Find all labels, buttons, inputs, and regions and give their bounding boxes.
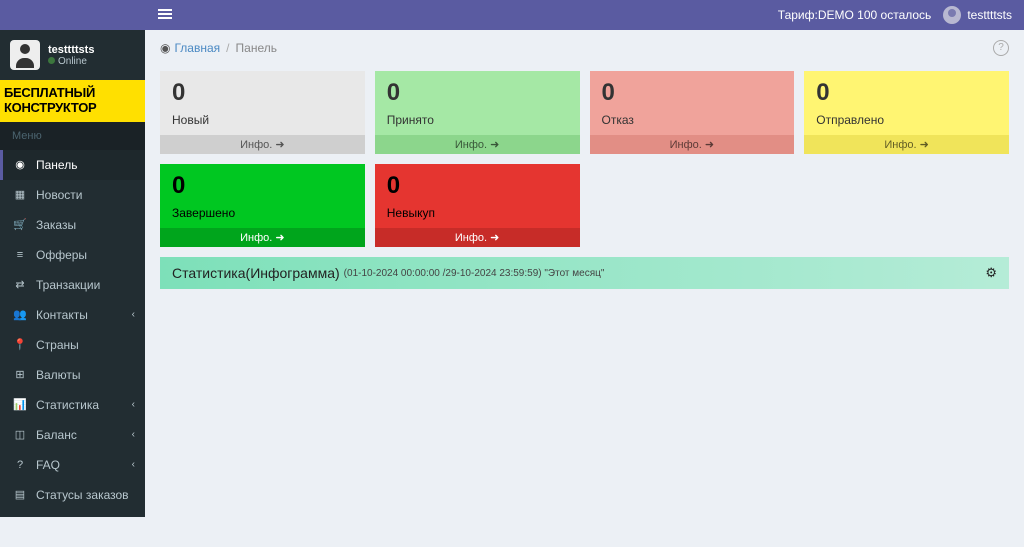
menu-label: Панель bbox=[36, 158, 77, 172]
sidebar-item-8[interactable]: 📊 Статистика ‹ bbox=[0, 390, 145, 420]
sidebar-item-7[interactable]: ⊞ Валюты bbox=[0, 360, 145, 390]
sidebar: testtttsts Online БЕСПЛАТНЫЙ КОНСТРУКТОР… bbox=[0, 30, 145, 517]
stat-value: 0 bbox=[387, 79, 568, 107]
chevron-left-icon: ‹ bbox=[132, 399, 135, 410]
stat-label: Невыкуп bbox=[387, 206, 568, 220]
breadcrumb-separator: / bbox=[226, 41, 229, 55]
menu-label: Статусы заказов bbox=[36, 488, 129, 502]
stat-info-link[interactable]: Инфо. ➜ bbox=[160, 135, 365, 154]
stat-value: 0 bbox=[172, 172, 353, 200]
promo-banner[interactable]: БЕСПЛАТНЫЙ КОНСТРУКТОР bbox=[0, 80, 145, 122]
menu-icon: ⊞ bbox=[12, 368, 28, 381]
stat-info-link[interactable]: Инфо. ➜ bbox=[375, 135, 580, 154]
stat-label: Отправлено bbox=[816, 113, 997, 127]
chevron-left-icon: ‹ bbox=[132, 309, 135, 320]
stat-label: Завершено bbox=[172, 206, 353, 220]
help-icon[interactable]: ? bbox=[993, 40, 1009, 56]
sidebar-item-3[interactable]: ≡ Офферы bbox=[0, 240, 145, 270]
menu-label: Транзакции bbox=[36, 278, 100, 292]
sidebar-item-12[interactable]: 🚚Способы доставки bbox=[0, 510, 145, 517]
menu-icon: ▤ bbox=[12, 488, 28, 501]
menu-icon: 👥 bbox=[12, 308, 28, 321]
menu-label: Контакты bbox=[36, 308, 88, 322]
stat-box-4: 0 Завершено Инфо. ➜ bbox=[160, 164, 365, 247]
stat-box-1: 0 Принято Инфо. ➜ bbox=[375, 71, 580, 154]
navbar-logo-area bbox=[0, 0, 145, 30]
menu-icon: ≡ bbox=[12, 249, 28, 261]
stat-value: 0 bbox=[387, 172, 568, 200]
user-menu-button[interactable]: testtttsts bbox=[943, 6, 1012, 24]
stat-label: Новый bbox=[172, 113, 353, 127]
menu-label: Статистика bbox=[36, 398, 99, 412]
breadcrumb-home-link[interactable]: Главная bbox=[174, 41, 220, 55]
menu-icon: ◉ bbox=[12, 158, 28, 171]
chevron-left-icon: ‹ bbox=[132, 429, 135, 440]
menu-icon: 📍 bbox=[12, 338, 28, 351]
menu-icon: ▦ bbox=[12, 188, 28, 201]
tariff-text: Тариф:DEMO 100 осталось bbox=[778, 8, 932, 22]
stat-box-0: 0 Новый Инфо. ➜ bbox=[160, 71, 365, 154]
stat-value: 0 bbox=[172, 79, 353, 107]
breadcrumb-current: Панель bbox=[236, 41, 277, 55]
stat-info-link[interactable]: Инфо. ➜ bbox=[375, 228, 580, 247]
sidebar-item-4[interactable]: ⇄ Транзакции bbox=[0, 270, 145, 300]
menu-icon: ⇄ bbox=[12, 278, 28, 291]
stat-box-2: 0 Отказ Инфо. ➜ bbox=[590, 71, 795, 154]
sidebar-item-2[interactable]: 🛒 Заказы bbox=[0, 210, 145, 240]
stat-box-3: 0 Отправлено Инфо. ➜ bbox=[804, 71, 1009, 154]
dashboard-icon: ◉ bbox=[160, 41, 170, 55]
user-panel: testtttsts Online bbox=[0, 30, 145, 80]
menu-label: Страны bbox=[36, 338, 79, 352]
sidebar-item-9[interactable]: ◫ Баланс ‹ bbox=[0, 420, 145, 450]
avatar-icon bbox=[943, 6, 961, 24]
content-wrapper: ◉ Главная / Панель ? 0 Новый Инфо. ➜ 0 Приня… bbox=[145, 30, 1024, 517]
menu-label: Новости bbox=[36, 188, 82, 202]
stats-settings-icon[interactable]: ⚙ bbox=[985, 265, 997, 281]
stat-label: Принято bbox=[387, 113, 568, 127]
menu-icon: 🛒 bbox=[12, 218, 28, 231]
menu-label: FAQ bbox=[36, 458, 60, 472]
stats-panel: Статистика(Инфограмма) (01-10-2024 00:00… bbox=[160, 257, 1009, 289]
stat-info-link[interactable]: Инфо. ➜ bbox=[590, 135, 795, 154]
sidebar-toggle-button[interactable] bbox=[145, 7, 185, 24]
stat-box-5: 0 Невыкуп Инфо. ➜ bbox=[375, 164, 580, 247]
stat-info-link[interactable]: Инфо. ➜ bbox=[160, 228, 365, 247]
menu-label: Баланс bbox=[36, 428, 77, 442]
user-status: Online bbox=[48, 56, 94, 67]
menu-icon: 📊 bbox=[12, 398, 28, 411]
sidebar-username: testtttsts bbox=[48, 44, 94, 56]
sidebar-item-1[interactable]: ▦ Новости bbox=[0, 180, 145, 210]
hamburger-icon bbox=[158, 7, 172, 21]
sidebar-item-5[interactable]: 👥 Контакты ‹ bbox=[0, 300, 145, 330]
online-indicator-icon bbox=[48, 57, 55, 64]
top-navbar: Тариф:DEMO 100 осталось testtttsts bbox=[0, 0, 1024, 30]
user-avatar bbox=[10, 40, 40, 70]
stats-subtitle: (01-10-2024 00:00:00 /29-10-2024 23:59:5… bbox=[344, 268, 605, 279]
stat-label: Отказ bbox=[602, 113, 783, 127]
stat-info-link[interactable]: Инфо. ➜ bbox=[804, 135, 1009, 154]
menu-icon: ? bbox=[12, 459, 28, 471]
menu-label: Заказы bbox=[36, 218, 76, 232]
chevron-left-icon: ‹ bbox=[132, 459, 135, 470]
stat-value: 0 bbox=[602, 79, 783, 107]
sidebar-item-11[interactable]: ▤ Статусы заказов bbox=[0, 480, 145, 510]
menu-label: Валюты bbox=[36, 368, 81, 382]
sidebar-item-6[interactable]: 📍 Страны bbox=[0, 330, 145, 360]
navbar-username: testtttsts bbox=[967, 8, 1012, 22]
sidebar-item-10[interactable]: ? FAQ ‹ bbox=[0, 450, 145, 480]
menu-icon: ◫ bbox=[12, 428, 28, 441]
breadcrumb: ◉ Главная / Панель ? bbox=[145, 30, 1024, 66]
menu-header: Меню bbox=[0, 122, 145, 150]
sidebar-item-0[interactable]: ◉ Панель bbox=[0, 150, 145, 180]
stats-title: Статистика(Инфограмма) bbox=[172, 265, 340, 281]
stat-value: 0 bbox=[816, 79, 997, 107]
menu-label: Офферы bbox=[36, 248, 87, 262]
